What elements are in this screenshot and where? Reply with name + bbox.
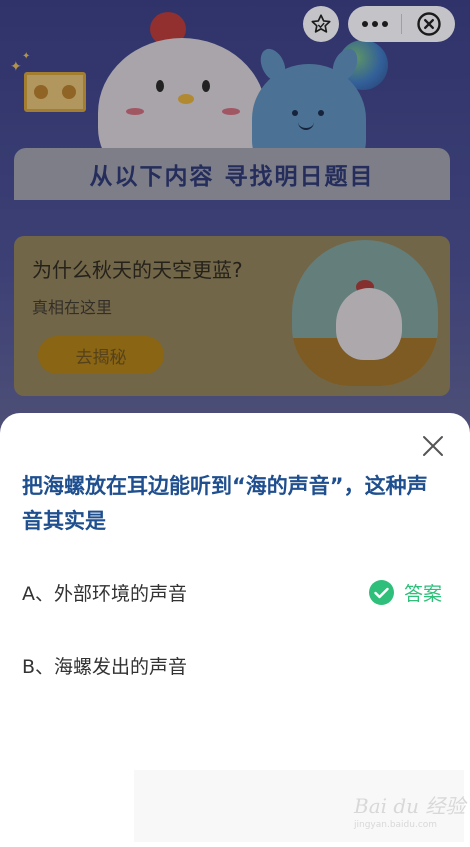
watermark: Bai du 经验 jingyan.baidu.com bbox=[134, 770, 466, 842]
watermark-logo: Bai du 经验 bbox=[354, 794, 466, 818]
option-label: B、海螺发出的声音 bbox=[22, 655, 188, 678]
close-icon bbox=[423, 436, 443, 456]
close-button[interactable] bbox=[419, 432, 447, 460]
option-a[interactable]: A、外部环境的声音 答案 bbox=[22, 572, 448, 612]
check-icon bbox=[368, 580, 394, 605]
answer-badge: 答案 bbox=[368, 579, 442, 606]
option-b[interactable]: B、海螺发出的声音 bbox=[22, 645, 448, 685]
watermark-url: jingyan.baidu.com bbox=[354, 820, 438, 830]
answer-label: 答案 bbox=[403, 583, 442, 605]
option-label: A、外部环境的声音 bbox=[22, 582, 187, 605]
question-text: 把海螺放在耳边能听到“海的声音”，这种声音其实是 bbox=[22, 474, 428, 533]
